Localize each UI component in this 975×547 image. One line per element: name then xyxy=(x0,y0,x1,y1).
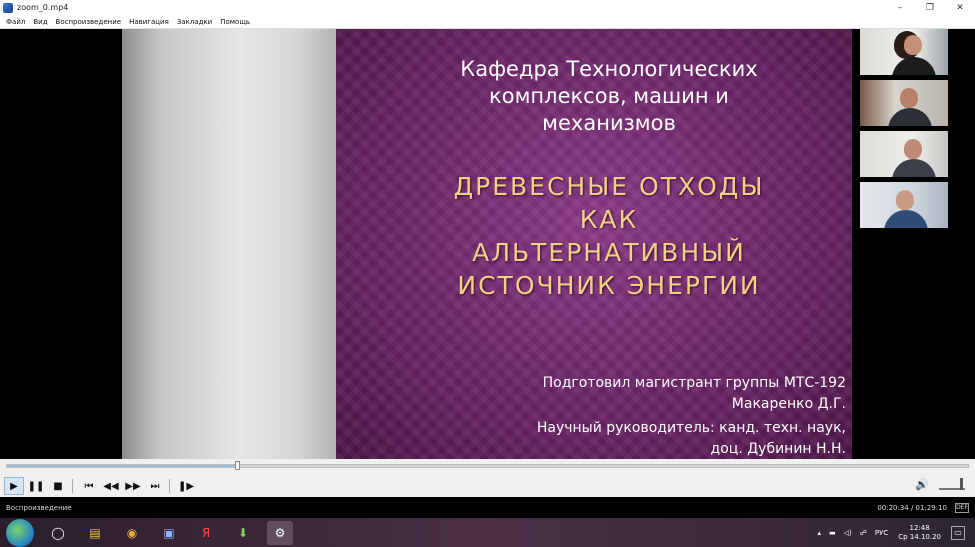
slide-author: Подготовил магистрант группы МТС-192 Мак… xyxy=(542,375,846,412)
clock-date: Ср 14.10.20 xyxy=(898,532,941,541)
stop-button[interactable]: ■ xyxy=(48,477,68,495)
next-chapter-button[interactable]: ⏭ xyxy=(145,477,165,495)
presentation-slide: Кафедра Технологических комплексов, маши… xyxy=(336,29,852,459)
participant-video xyxy=(860,80,948,126)
chrome-icon[interactable]: ◉ xyxy=(119,521,145,545)
participant-video xyxy=(860,131,948,177)
status-text: Воспроизведение xyxy=(6,503,72,512)
shared-screen-blank xyxy=(122,29,336,459)
maximize-button[interactable]: ❐ xyxy=(915,0,945,15)
menu-bookmarks[interactable]: Закладки xyxy=(177,18,212,26)
seek-track[interactable] xyxy=(6,461,969,470)
taskview-icon[interactable]: ◯ xyxy=(45,521,71,545)
taskbar: ◯ ▤ ◉ ▣ Я ⬇ ⚙ ▴ ▬ ◁) ☍ РУС 12:48 Ср 14.1… xyxy=(0,518,975,547)
playback-controls: ▶ ❚❚ ■ ⏮ ◀◀ ▶▶ ⏭ ❚▶ 🔊 xyxy=(0,475,975,497)
menu-help[interactable]: Помощь xyxy=(220,18,250,26)
rewind-button[interactable]: ◀◀ xyxy=(101,477,121,495)
language-indicator[interactable]: РУС xyxy=(875,529,888,537)
title-bar: zoom_0.mp4 – ❐ ✕ xyxy=(0,0,975,15)
slide-supervisor: Научный руководитель: канд. техн. наук, … xyxy=(536,420,846,457)
seek-bar[interactable] xyxy=(0,459,975,475)
speaker-icon[interactable]: ◁) xyxy=(844,529,852,537)
slide-department: Кафедра Технологических комплексов, маши… xyxy=(460,57,758,135)
menu-bar: Файл Вид Воспроизведение Навигация Закла… xyxy=(0,15,975,29)
file-explorer-icon[interactable]: ▤ xyxy=(82,521,108,545)
video-area[interactable]: Кафедра Технологических комплексов, маши… xyxy=(0,29,975,459)
window-title: zoom_0.mp4 xyxy=(17,3,69,12)
menu-file[interactable]: Файл xyxy=(6,18,25,26)
notifications-icon[interactable]: ▭ xyxy=(951,525,965,540)
close-button[interactable]: ✕ xyxy=(945,0,975,15)
menu-navigation[interactable]: Навигация xyxy=(129,18,169,26)
participant-video xyxy=(860,182,948,228)
volume-control: 🔊 xyxy=(915,477,965,491)
tray-expand-icon[interactable]: ▴ xyxy=(818,529,822,537)
participant-video xyxy=(860,29,948,75)
network-icon[interactable]: ☍ xyxy=(860,529,867,537)
menu-view[interactable]: Вид xyxy=(33,18,47,26)
separator xyxy=(72,479,73,493)
previous-chapter-button[interactable]: ⏮ xyxy=(79,477,99,495)
play-button[interactable]: ▶ xyxy=(4,477,24,495)
clock-time: 12:48 xyxy=(909,523,930,532)
volume-icon[interactable]: 🔊 xyxy=(915,478,929,491)
media-app-icon[interactable]: ▣ xyxy=(156,521,182,545)
pause-button[interactable]: ❚❚ xyxy=(26,477,46,495)
time-display: 00:20:34 / 01:29:10 xyxy=(877,503,947,512)
app-icon xyxy=(3,2,13,13)
frame-step-button[interactable]: ❚▶ xyxy=(176,477,196,495)
minimize-button[interactable]: – xyxy=(885,0,915,15)
participants-panel xyxy=(860,29,948,239)
seek-progress xyxy=(7,465,238,467)
slide-topic: ДРЕВЕСНЫЕ ОТХОДЫ КАК АЛЬТЕРНАТИВНЫЙ ИСТО… xyxy=(453,172,765,300)
media-player-icon[interactable]: ⚙ xyxy=(267,520,293,545)
seek-thumb[interactable] xyxy=(234,461,240,470)
forward-button[interactable]: ▶▶ xyxy=(123,477,143,495)
menu-playback[interactable]: Воспроизведение xyxy=(56,18,122,26)
torrent-icon[interactable]: ⬇ xyxy=(230,521,256,545)
separator xyxy=(169,479,170,493)
start-button[interactable] xyxy=(6,518,34,547)
deinterlace-icon[interactable]: DEF xyxy=(955,502,969,513)
status-bar: Воспроизведение 00:20:34 / 01:29:10 DEF xyxy=(0,497,975,518)
battery-icon[interactable]: ▬ xyxy=(829,529,836,537)
yandex-browser-icon[interactable]: Я xyxy=(193,521,219,545)
clock[interactable]: 12:48 Ср 14.10.20 xyxy=(898,524,941,542)
system-tray: ▴ ▬ ◁) ☍ РУС 12:48 Ср 14.10.20 ▭ xyxy=(810,518,971,547)
volume-slider[interactable] xyxy=(939,477,965,490)
